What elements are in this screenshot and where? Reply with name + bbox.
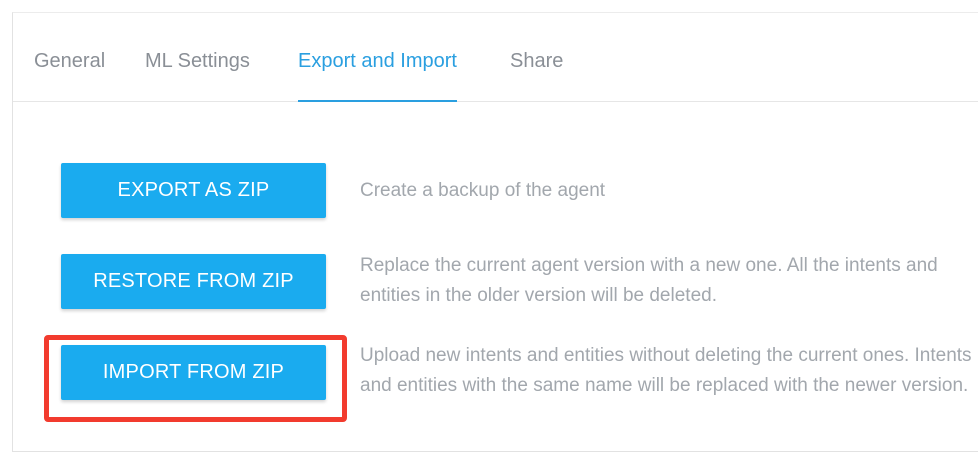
- export-description: Create a backup of the agent: [360, 180, 606, 201]
- tab-share[interactable]: Share: [510, 13, 563, 101]
- tab-ml-settings[interactable]: ML Settings: [145, 13, 250, 101]
- settings-tabs: General ML Settings Export and Import Sh…: [13, 13, 978, 102]
- restore-description: Replace the current agent version with a…: [360, 255, 938, 306]
- export-as-zip-button[interactable]: EXPORT AS ZIP: [61, 163, 326, 218]
- import-from-zip-button[interactable]: IMPORT FROM ZIP: [61, 345, 326, 400]
- settings-panel: General ML Settings Export and Import Sh…: [12, 12, 978, 452]
- tab-general[interactable]: General: [34, 13, 105, 101]
- tab-export-and-import[interactable]: Export and Import: [298, 13, 457, 102]
- import-description: Upload new intents and entities without …: [360, 345, 972, 396]
- restore-from-zip-button[interactable]: RESTORE FROM ZIP: [61, 254, 326, 309]
